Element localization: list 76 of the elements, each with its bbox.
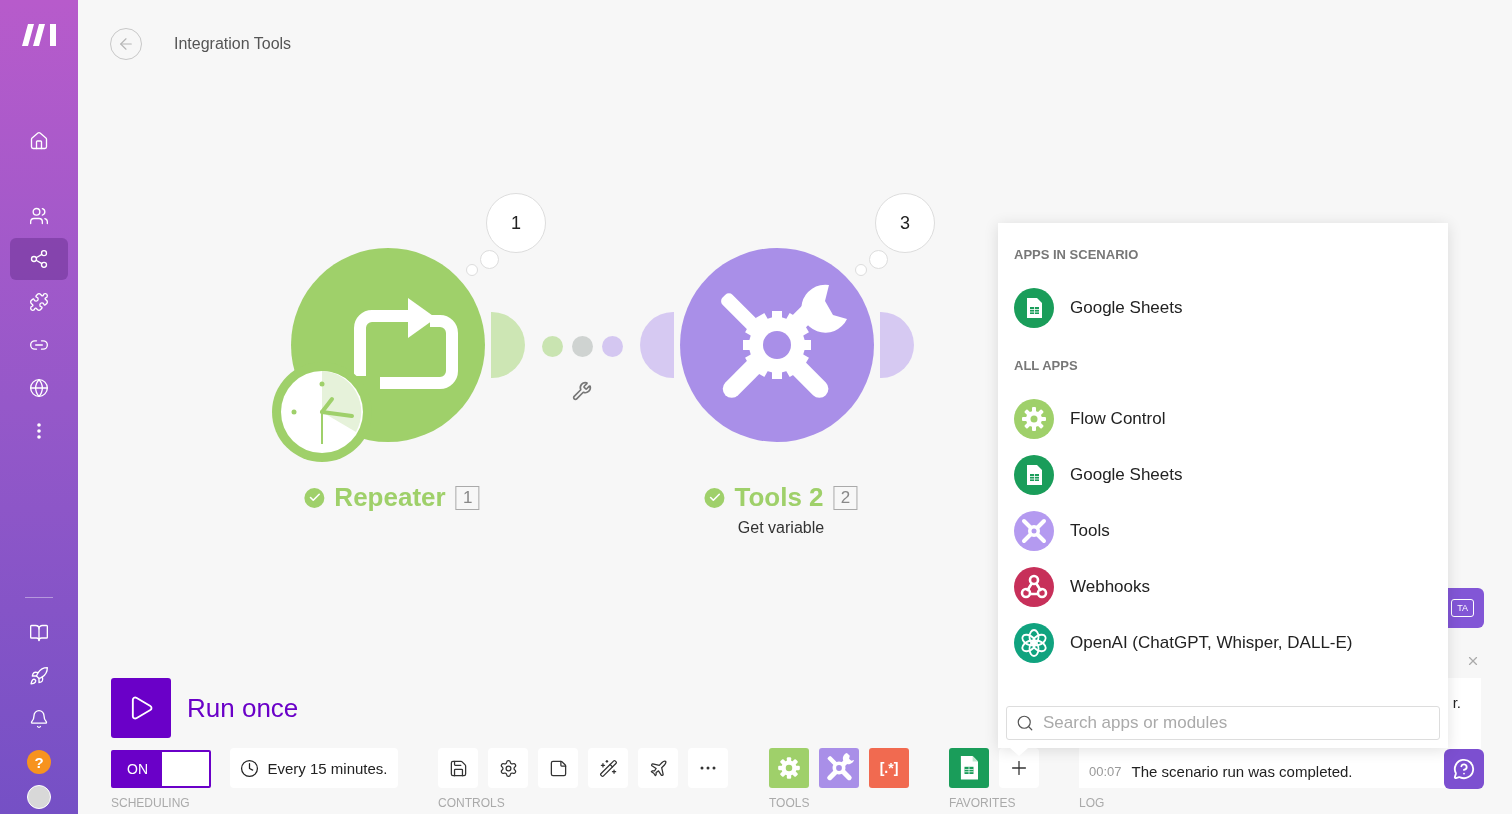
add-favorite-button[interactable] [999,748,1039,788]
help-icon [1453,758,1475,780]
schedule-text: Every 15 minutes. [267,759,388,777]
airplane-icon [648,758,668,778]
module-name: Tools 2 [734,482,824,513]
home-icon [29,131,49,151]
help-chat-button[interactable] [1444,749,1484,789]
module-subtitle: Get variable [737,519,825,537]
section-title: ALL APPS [1014,358,1079,373]
section-label: TOOLS [769,796,811,810]
app-item[interactable]: Google Sheets [1014,447,1432,503]
tools-icon [1014,511,1054,551]
schedule-button[interactable]: Every 15 minutes. [230,748,398,788]
connection-dot [542,336,563,357]
settings-icon [498,758,518,778]
note-button[interactable] [538,748,578,788]
book-icon [29,623,49,643]
avatar[interactable] [27,785,51,809]
google-sheets-button[interactable] [949,748,989,788]
spreadsheet-icon [1014,288,1054,328]
knot-icon [1014,623,1054,663]
rocket-icon [29,666,49,686]
logo[interactable] [21,22,57,48]
section-label: FAVORITES [949,796,1017,810]
webhook-icon [1014,567,1054,607]
magic-wand-icon [598,758,618,778]
users-icon [29,206,49,226]
log-time: 00:07 [1089,764,1122,779]
thought-dot [480,250,499,269]
app-item[interactable]: Tools [1014,503,1432,559]
section-label: CONTROLS [438,796,506,810]
app-item[interactable]: Google Sheets [1014,280,1432,336]
section-title: APPS IN SCENARIO [1014,247,1140,262]
module-number: 1 [455,485,480,510]
clock-icon [240,758,260,778]
module-name: Repeater [334,482,446,513]
operations-bubble: 1 [486,193,546,253]
tools-button[interactable] [819,748,859,788]
scheduling-toggle[interactable]: ON [111,750,211,788]
close-button[interactable] [1466,654,1480,668]
airplane-button[interactable] [638,748,678,788]
magic-wand-button[interactable] [588,748,628,788]
note-icon [548,758,568,778]
bell-icon [29,709,49,729]
tools-module-drawing[interactable] [679,247,875,443]
globe-icon [29,378,49,398]
save-button[interactable] [438,748,478,788]
wrench-icon[interactable] [572,381,592,401]
operations-bubble: 3 [875,193,935,253]
section-label: SCHEDULING [111,796,191,810]
app-item[interactable]: Flow Control [1014,391,1432,447]
thought-dot [855,264,867,276]
share-icon [29,249,49,269]
puzzle-icon [29,292,49,312]
connection-dot [572,336,593,357]
sidebar-item[interactable] [10,238,68,280]
thought-dot [869,250,888,269]
search-field[interactable]: Search apps or modules [1006,706,1440,740]
more-icon [700,766,716,770]
settings-button[interactable] [488,748,528,788]
thought-dot [466,264,478,276]
log-text: The scenario run was completed. [1131,763,1353,780]
section-label: LOG [1079,796,1106,810]
sheet-icon [960,756,978,780]
module-number: 2 [833,485,858,510]
scenario-title: Integration Tools [174,35,292,53]
gear-icon [1014,399,1054,439]
gear-icon [776,755,802,781]
run-label[interactable]: Run once [187,692,299,724]
search-icon [1016,714,1034,732]
log-text: r. [1452,694,1461,711]
spreadsheet-icon [1014,455,1054,495]
connection-dot [602,336,623,357]
more-icon [37,423,41,439]
close-icon [1466,654,1480,668]
run-button[interactable] [111,678,171,738]
